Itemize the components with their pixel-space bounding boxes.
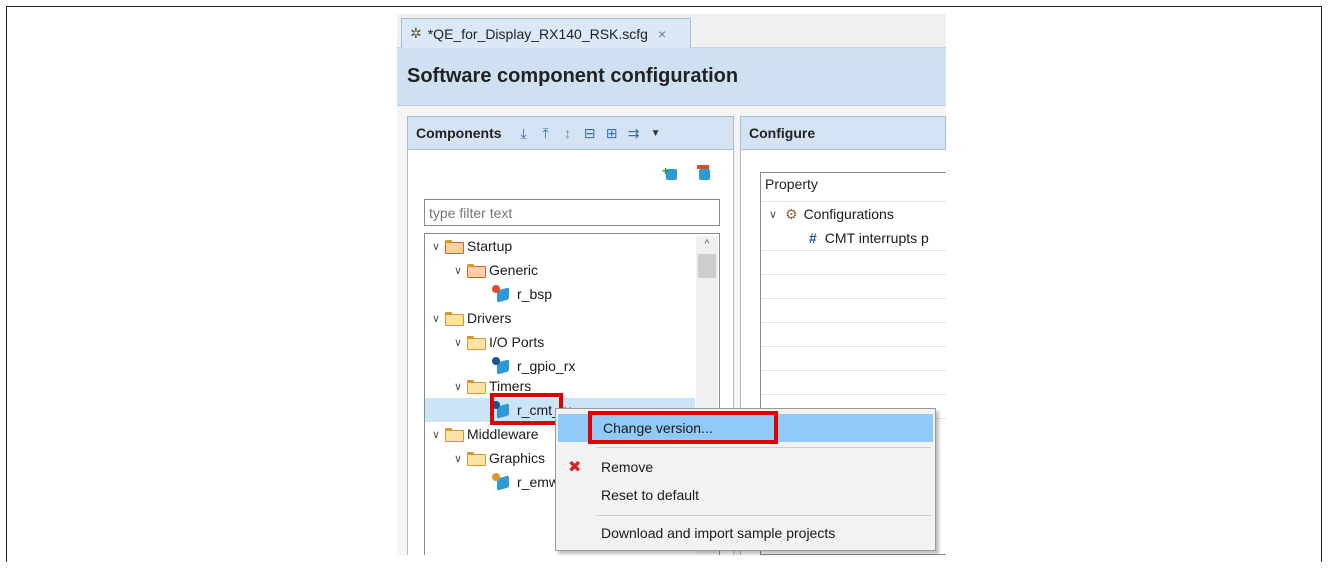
close-icon[interactable]: × <box>658 26 666 42</box>
add-component-icon[interactable]: + <box>662 164 680 182</box>
tree-item-io-ports[interactable]: ∨ I/O Ports <box>452 330 544 354</box>
property-row-cmt-interrupts[interactable]: # CMT interrupts p <box>761 226 946 250</box>
menu-item-reset-to-default[interactable]: Reset to default <box>556 481 937 509</box>
tree-item-drivers[interactable]: ∨ Drivers <box>430 306 511 330</box>
gear-icon: ⚙ <box>785 205 798 222</box>
expand-all-icon[interactable]: ⊞ <box>604 125 620 142</box>
grid-line <box>761 298 946 299</box>
remove-icon: ✖ <box>568 459 582 476</box>
components-title: Components <box>416 125 502 141</box>
chevron-down-icon[interactable]: ∨ <box>430 240 442 253</box>
tree-item-generic[interactable]: ∨ Generic <box>452 258 538 282</box>
menu-item-download-samples[interactable]: Download and import sample projects <box>556 519 937 547</box>
tab-title: *QE_for_Display_RX140_RSK.scfg <box>427 25 648 42</box>
remove-component-icon[interactable] <box>695 164 713 182</box>
property-row-configurations[interactable]: ∨ ⚙ Configurations <box>761 202 946 226</box>
collapse-all-icon[interactable]: ⊟ <box>582 125 598 142</box>
tree-item-r-bsp[interactable]: r_bsp <box>492 282 552 306</box>
editor-tab[interactable]: ✲ *QE_for_Display_RX140_RSK.scfg × <box>401 18 691 48</box>
components-toolbar: ⤓ ⤒ ↕ ⊟ ⊞ ⇉ ▼ <box>516 125 664 142</box>
menu-separator <box>596 515 931 516</box>
folder-icon <box>467 452 486 466</box>
configure-title: Configure <box>749 125 816 141</box>
sort-az-icon[interactable]: ↕ <box>560 125 576 141</box>
filter-input[interactable] <box>424 199 720 226</box>
grid-line <box>761 370 946 371</box>
component-icon <box>492 473 512 491</box>
chevron-down-icon[interactable]: ∨ <box>452 336 464 349</box>
chevron-down-icon[interactable]: ∨ <box>430 428 442 441</box>
gear-icon: ✲ <box>410 25 422 41</box>
menu-item-remove[interactable]: ✖ Remove <box>556 453 937 481</box>
components-panel-header: Components ⤓ ⤒ ↕ ⊟ ⊞ ⇉ ▼ <box>407 116 734 150</box>
hash-icon: # <box>809 230 817 246</box>
chevron-down-icon[interactable]: ∨ <box>452 264 464 277</box>
grid-line <box>761 322 946 323</box>
folder-icon <box>467 336 486 350</box>
chevron-down-icon[interactable]: ∨ <box>452 380 464 393</box>
export-icon[interactable]: ⤒ <box>538 125 554 142</box>
component-icon <box>492 357 512 375</box>
property-column-header: Property <box>765 176 818 192</box>
chevron-down-icon[interactable]: ∨ <box>452 452 464 465</box>
folder-icon <box>445 312 464 326</box>
configure-panel-header: Configure <box>740 116 946 150</box>
scroll-up-icon[interactable]: ^ <box>696 236 718 252</box>
highlight-box-menu-item <box>588 411 778 444</box>
editor-title: Software component configuration <box>397 48 946 106</box>
component-icon <box>492 285 512 303</box>
grid-line <box>761 274 946 275</box>
folder-icon <box>445 428 464 442</box>
grid-line <box>761 250 946 251</box>
grid-line <box>761 394 946 395</box>
view-menu-icon[interactable]: ▼ <box>648 128 664 139</box>
highlight-box-component <box>490 393 563 425</box>
grid-line <box>761 346 946 347</box>
tree-item-graphics[interactable]: ∨ Graphics <box>452 446 545 470</box>
folder-icon <box>445 240 464 254</box>
tree-item-middleware[interactable]: ∨ Middleware <box>430 422 539 446</box>
tree-item-startup[interactable]: ∨ Startup <box>430 234 512 258</box>
scroll-thumb[interactable] <box>698 254 716 278</box>
import-icon[interactable]: ⤓ <box>516 125 532 142</box>
folder-icon <box>467 380 486 394</box>
chevron-down-icon[interactable]: ∨ <box>430 312 442 325</box>
chevron-down-icon[interactable]: ∨ <box>767 208 779 221</box>
filter-icon[interactable]: ⇉ <box>626 125 642 142</box>
menu-separator <box>596 447 931 448</box>
folder-icon <box>467 264 486 278</box>
